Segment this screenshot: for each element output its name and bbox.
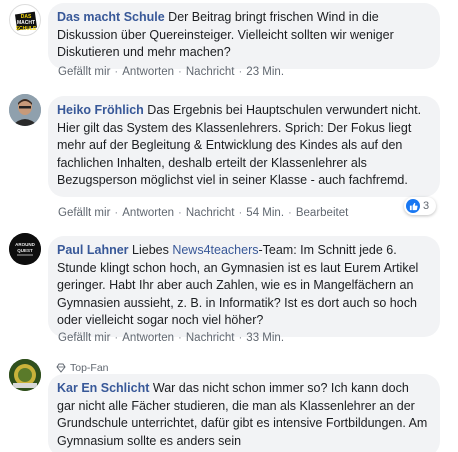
comment-actions: Gefällt mir · Antworten · Nachricht · 54 Min. ·… bbox=[58, 207, 349, 219]
svg-text:AROUND: AROUND bbox=[15, 242, 35, 247]
comment-author[interactable]: Paul Lahner bbox=[57, 243, 129, 257]
comment-actions: Gefällt mir · Antworten · Nachricht · 23 Min. bbox=[58, 66, 285, 78]
reply-link[interactable]: Antworten bbox=[122, 207, 174, 219]
message-link[interactable]: Nachricht bbox=[186, 66, 235, 78]
avatar-paul-lahner[interactable]: AROUND QUEST bbox=[9, 233, 41, 265]
svg-text:QUEST: QUEST bbox=[17, 248, 33, 253]
comment-bubble: Kar En Schlicht War das nicht schon imme… bbox=[48, 374, 440, 452]
timestamp[interactable]: 23 Min. bbox=[246, 66, 284, 78]
like-link[interactable]: Gefällt mir bbox=[58, 66, 110, 78]
avatar-das-macht-schule[interactable]: DAS MACHT SCHULE bbox=[9, 4, 41, 36]
reaction-summary[interactable]: 3 bbox=[404, 197, 436, 215]
avatar-heiko-froehlich[interactable] bbox=[9, 94, 41, 126]
like-reaction-icon bbox=[406, 199, 420, 213]
comment-author[interactable]: Kar En Schlicht bbox=[57, 381, 149, 395]
comment-bubble: Paul Lahner Liebes News4teachers-Team: I… bbox=[48, 236, 440, 337]
comment-actions: Gefällt mir · Antworten · Nachricht · 33 Min. bbox=[58, 332, 285, 344]
comment-bubble: Das macht Schule Der Beitrag bringt fris… bbox=[48, 3, 440, 69]
message-link[interactable]: Nachricht bbox=[186, 207, 235, 219]
reply-link[interactable]: Antworten bbox=[122, 66, 174, 78]
avatar-kar-en-schlicht[interactable] bbox=[9, 359, 41, 391]
edited-label[interactable]: Bearbeitet bbox=[296, 207, 348, 219]
top-fan-diamond-icon bbox=[56, 363, 66, 373]
comment-author[interactable]: Heiko Fröhlich bbox=[57, 103, 144, 117]
timestamp[interactable]: 54 Min. bbox=[246, 207, 284, 219]
comment-bubble: Heiko Fröhlich Das Ergebnis bei Hauptsch… bbox=[48, 96, 440, 197]
reply-link[interactable]: Antworten bbox=[122, 332, 174, 344]
svg-text:SCHULE: SCHULE bbox=[16, 26, 37, 32]
comment-text: Liebes bbox=[128, 243, 173, 257]
profile-image-icon bbox=[9, 359, 41, 391]
around-quest-logo: AROUND QUEST bbox=[9, 233, 41, 265]
reaction-count: 3 bbox=[423, 200, 430, 212]
like-link[interactable]: Gefällt mir bbox=[58, 332, 110, 344]
like-link[interactable]: Gefällt mir bbox=[58, 207, 110, 219]
timestamp[interactable]: 33 Min. bbox=[246, 332, 284, 344]
top-fan-label: Top-Fan bbox=[70, 362, 109, 374]
das-macht-schule-logo: DAS MACHT SCHULE bbox=[14, 9, 38, 33]
comment-author[interactable]: Das macht Schule bbox=[57, 10, 165, 24]
message-link[interactable]: Nachricht bbox=[186, 332, 235, 344]
person-photo-icon bbox=[9, 94, 41, 126]
mention-link[interactable]: News4teachers bbox=[172, 243, 258, 257]
top-fan-badge: Top-Fan bbox=[56, 362, 109, 374]
